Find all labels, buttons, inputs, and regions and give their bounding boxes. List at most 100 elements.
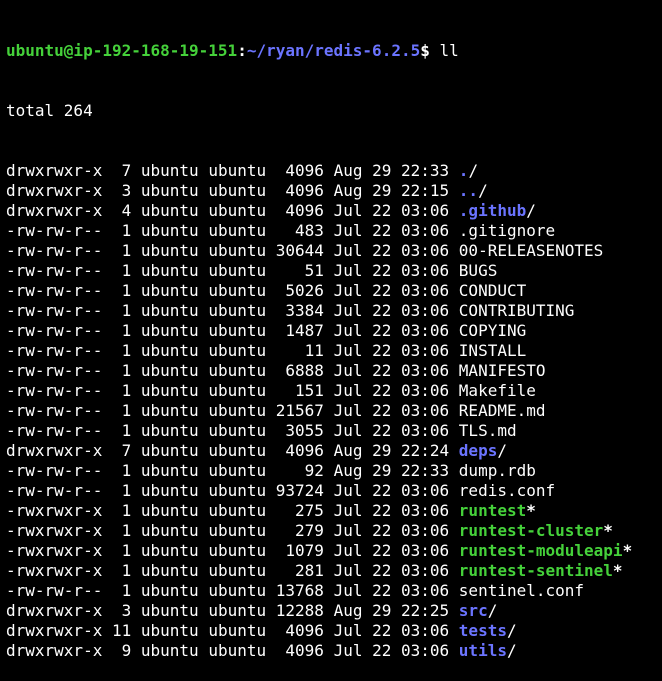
row-group: ubuntu: [208, 341, 267, 360]
row-date: Aug 29 22:24: [333, 441, 450, 460]
row-permissions: -rwxrwxr-x: [6, 501, 103, 520]
file-name: redis.conf: [458, 481, 556, 500]
row-metadata: drwxrwxr-x 3 ubuntu ubuntu 4096 Aug 29 2…: [6, 181, 459, 200]
listing-row: -rwxrwxr-x 1 ubuntu ubuntu 281 Jul 22 03…: [6, 561, 662, 581]
row-links: 3: [111, 181, 132, 200]
row-date: Aug 29 22:15: [333, 181, 450, 200]
row-permissions: drwxrwxr-x: [6, 641, 103, 660]
row-links: 1: [111, 521, 132, 540]
row-permissions: -rwxrwxr-x: [6, 521, 103, 540]
row-owner: ubuntu: [140, 181, 199, 200]
listing-row: drwxrwxr-x 11 ubuntu ubuntu 4096 Jul 22 …: [6, 621, 662, 641]
row-owner: ubuntu: [140, 641, 199, 660]
row-metadata: -rw-rw-r-- 1 ubuntu ubuntu 13768 Jul 22 …: [6, 581, 459, 600]
row-date: Aug 29 22:33: [333, 161, 450, 180]
row-permissions: drwxrwxr-x: [6, 601, 103, 620]
row-metadata: -rw-rw-r-- 1 ubuntu ubuntu 21567 Jul 22 …: [6, 401, 459, 420]
row-date: Jul 22 03:06: [333, 421, 450, 440]
listing-row: drwxrwxr-x 7 ubuntu ubuntu 4096 Aug 29 2…: [6, 161, 662, 181]
directory-name: ..: [458, 181, 479, 200]
row-links: 7: [111, 161, 132, 180]
row-group: ubuntu: [208, 561, 267, 580]
prompt-command: ll: [439, 41, 459, 60]
row-size: 4096: [275, 181, 324, 200]
directory-name: utils: [458, 641, 507, 660]
row-size: 92: [275, 461, 324, 480]
row-owner: ubuntu: [140, 561, 199, 580]
row-size: 4096: [275, 641, 324, 660]
file-name: COPYING: [458, 321, 527, 340]
row-owner: ubuntu: [140, 361, 199, 380]
row-owner: ubuntu: [140, 401, 199, 420]
name-suffix: *: [612, 561, 623, 580]
row-owner: ubuntu: [140, 461, 199, 480]
row-metadata: -rw-rw-r-- 1 ubuntu ubuntu 3384 Jul 22 0…: [6, 301, 459, 320]
row-date: Aug 29 22:33: [333, 461, 450, 480]
row-links: 1: [111, 261, 132, 280]
name-suffix: /: [468, 161, 479, 180]
row-group: ubuntu: [208, 641, 267, 660]
executable-name: runtest-cluster: [458, 521, 604, 540]
listing-row: drwxrwxr-x 3 ubuntu ubuntu 12288 Aug 29 …: [6, 601, 662, 621]
listing-row: drwxrwxr-x 9 ubuntu ubuntu 4096 Jul 22 0…: [6, 641, 662, 661]
row-group: ubuntu: [208, 441, 267, 460]
row-size: 51: [275, 261, 324, 280]
row-metadata: -rw-rw-r-- 1 ubuntu ubuntu 51 Jul 22 03:…: [6, 261, 459, 280]
file-name: CONTRIBUTING: [458, 301, 575, 320]
name-suffix: /: [478, 181, 488, 200]
row-permissions: -rwxrwxr-x: [6, 561, 103, 580]
row-owner: ubuntu: [140, 241, 199, 260]
row-permissions: -rw-rw-r--: [6, 321, 103, 340]
listing-row: -rwxrwxr-x 1 ubuntu ubuntu 279 Jul 22 03…: [6, 521, 662, 541]
row-group: ubuntu: [208, 601, 267, 620]
row-group: ubuntu: [208, 421, 267, 440]
row-group: ubuntu: [208, 321, 267, 340]
row-date: Jul 22 03:06: [333, 401, 450, 420]
file-name: Makefile: [458, 381, 536, 400]
row-links: 1: [111, 301, 132, 320]
name-suffix: /: [526, 201, 536, 220]
directory-name: deps: [458, 441, 498, 460]
row-links: 1: [111, 221, 132, 240]
row-date: Jul 22 03:06: [333, 241, 450, 260]
row-group: ubuntu: [208, 221, 267, 240]
row-links: 1: [111, 361, 132, 380]
row-group: ubuntu: [208, 501, 267, 520]
total-line: total 264: [6, 101, 93, 120]
row-date: Jul 22 03:06: [333, 201, 450, 220]
listing-row: -rw-rw-r-- 1 ubuntu ubuntu 13768 Jul 22 …: [6, 581, 662, 601]
row-size: 6888: [275, 361, 324, 380]
row-date: Aug 29 22:25: [333, 601, 450, 620]
row-group: ubuntu: [208, 481, 267, 500]
row-permissions: -rw-rw-r--: [6, 381, 103, 400]
name-suffix: *: [526, 501, 536, 520]
name-suffix: *: [603, 521, 613, 540]
row-permissions: -rw-rw-r--: [6, 361, 103, 380]
row-group: ubuntu: [208, 381, 267, 400]
row-permissions: drwxrwxr-x: [6, 181, 103, 200]
row-date: Jul 22 03:06: [333, 481, 450, 500]
row-metadata: -rw-rw-r-- 1 ubuntu ubuntu 1487 Jul 22 0…: [6, 321, 459, 340]
row-owner: ubuntu: [140, 341, 199, 360]
row-date: Jul 22 03:06: [333, 361, 450, 380]
name-suffix: /: [506, 641, 517, 660]
row-group: ubuntu: [208, 161, 267, 180]
terminal-window[interactable]: ubuntu@ip-192-168-19-151:~/ryan/redis-6.…: [0, 0, 662, 660]
row-group: ubuntu: [208, 181, 267, 200]
row-permissions: -rw-rw-r--: [6, 221, 103, 240]
row-owner: ubuntu: [140, 441, 199, 460]
row-links: 9: [111, 641, 132, 660]
row-permissions: -rw-rw-r--: [6, 421, 103, 440]
row-owner: ubuntu: [140, 381, 199, 400]
row-owner: ubuntu: [140, 161, 199, 180]
row-permissions: drwxrwxr-x: [6, 161, 103, 180]
row-owner: ubuntu: [140, 521, 199, 540]
row-metadata: drwxrwxr-x 3 ubuntu ubuntu 12288 Aug 29 …: [6, 601, 459, 620]
row-links: 1: [111, 581, 132, 600]
row-size: 279: [275, 521, 324, 540]
row-group: ubuntu: [208, 281, 267, 300]
row-links: 4: [111, 201, 132, 220]
row-date: Jul 22 03:06: [333, 621, 450, 640]
listing-row: drwxrwxr-x 7 ubuntu ubuntu 4096 Aug 29 2…: [6, 441, 662, 461]
file-name: dump.rdb: [458, 461, 536, 480]
